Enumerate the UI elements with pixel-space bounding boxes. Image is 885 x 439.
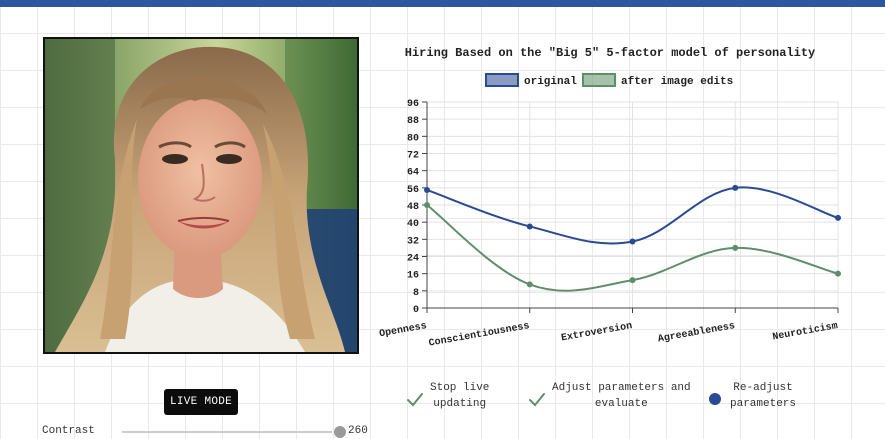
contrast-control: Contrast 260: [42, 425, 372, 439]
action-label-line: Adjust parameters and: [552, 382, 691, 394]
x-tick-label: Openness: [378, 321, 427, 340]
y-tick-label: 56: [407, 185, 419, 196]
check-icon: [407, 393, 423, 407]
y-tick-label: 96: [407, 99, 419, 110]
y-tick-label: 88: [407, 116, 419, 127]
x-tick-label: Agreeableness: [657, 320, 736, 345]
live-mode-button[interactable]: LIVE MODE: [164, 389, 238, 415]
data-point: [526, 223, 533, 230]
y-tick-label: 72: [407, 151, 419, 162]
data-point: [835, 270, 841, 277]
x-tick-label: Neuroticism: [772, 320, 839, 343]
top-accent-bar: [0, 0, 885, 7]
action-label-line: parameters: [730, 398, 797, 410]
legend-swatch[interactable]: [582, 73, 616, 87]
portrait-photo: [43, 37, 359, 354]
dot-icon: [709, 393, 721, 405]
action-bar: Stop live updating Adjust parameters and…: [400, 380, 840, 420]
data-point: [732, 244, 739, 251]
chart-title: Hiring Based on the "Big 5" 5-factor mod…: [405, 46, 815, 60]
action-label: Stop live updating: [430, 380, 489, 412]
data-point: [732, 184, 739, 191]
legend-label[interactable]: original: [524, 76, 577, 88]
data-point: [424, 186, 430, 193]
y-tick-label: 8: [413, 288, 419, 299]
action-label-line: Stop live: [430, 382, 490, 394]
x-tick-label: Extroversion: [560, 320, 633, 344]
chart-legend[interactable]: original after image edits: [485, 73, 733, 88]
action-label: Adjust parameters and evaluate: [552, 380, 691, 412]
action-label-line: evaluate: [594, 398, 648, 410]
legend-swatch[interactable]: [485, 73, 519, 87]
adjust-parameters-action[interactable]: Adjust parameters and evaluate: [528, 380, 691, 412]
contrast-slider-track[interactable]: [122, 431, 332, 433]
y-tick-label: 48: [407, 202, 419, 213]
data-point: [629, 277, 636, 284]
personality-line-chart: Hiring Based on the "Big 5" 5-factor mod…: [370, 38, 855, 358]
y-axis: 0 8 16 24 32 40 48 56 64 72 80 88 96: [407, 99, 428, 316]
contrast-value: 260: [348, 425, 368, 437]
y-tick-label: 64: [407, 168, 419, 179]
x-axis: Openness Conscientiousness Extroversion Agr…: [378, 307, 839, 350]
y-tick-label: 16: [407, 271, 419, 282]
data-point: [835, 214, 841, 221]
data-point: [424, 202, 430, 208]
check-icon: [529, 393, 545, 407]
data-point: [526, 281, 533, 288]
contrast-label: Contrast: [42, 425, 95, 437]
x-tick-label: Conscientiousness: [428, 320, 531, 350]
action-label: Re-adjust parameters: [730, 380, 796, 412]
chart-grid: [426, 101, 839, 309]
y-tick-label: 24: [407, 254, 419, 265]
y-tick-label: 40: [407, 219, 419, 230]
action-label-line: Re-adjust: [733, 382, 793, 394]
data-point: [629, 238, 636, 245]
stop-live-updating-action[interactable]: Stop live updating: [406, 380, 489, 412]
y-tick-label: 0: [413, 305, 419, 316]
y-tick-label: 32: [407, 236, 419, 247]
y-tick-label: 80: [407, 133, 419, 144]
contrast-slider-handle[interactable]: [334, 426, 346, 438]
action-label-line: updating: [433, 398, 487, 410]
legend-label[interactable]: after image edits: [621, 76, 733, 88]
readjust-parameters-action[interactable]: Re-adjust parameters: [706, 380, 796, 412]
